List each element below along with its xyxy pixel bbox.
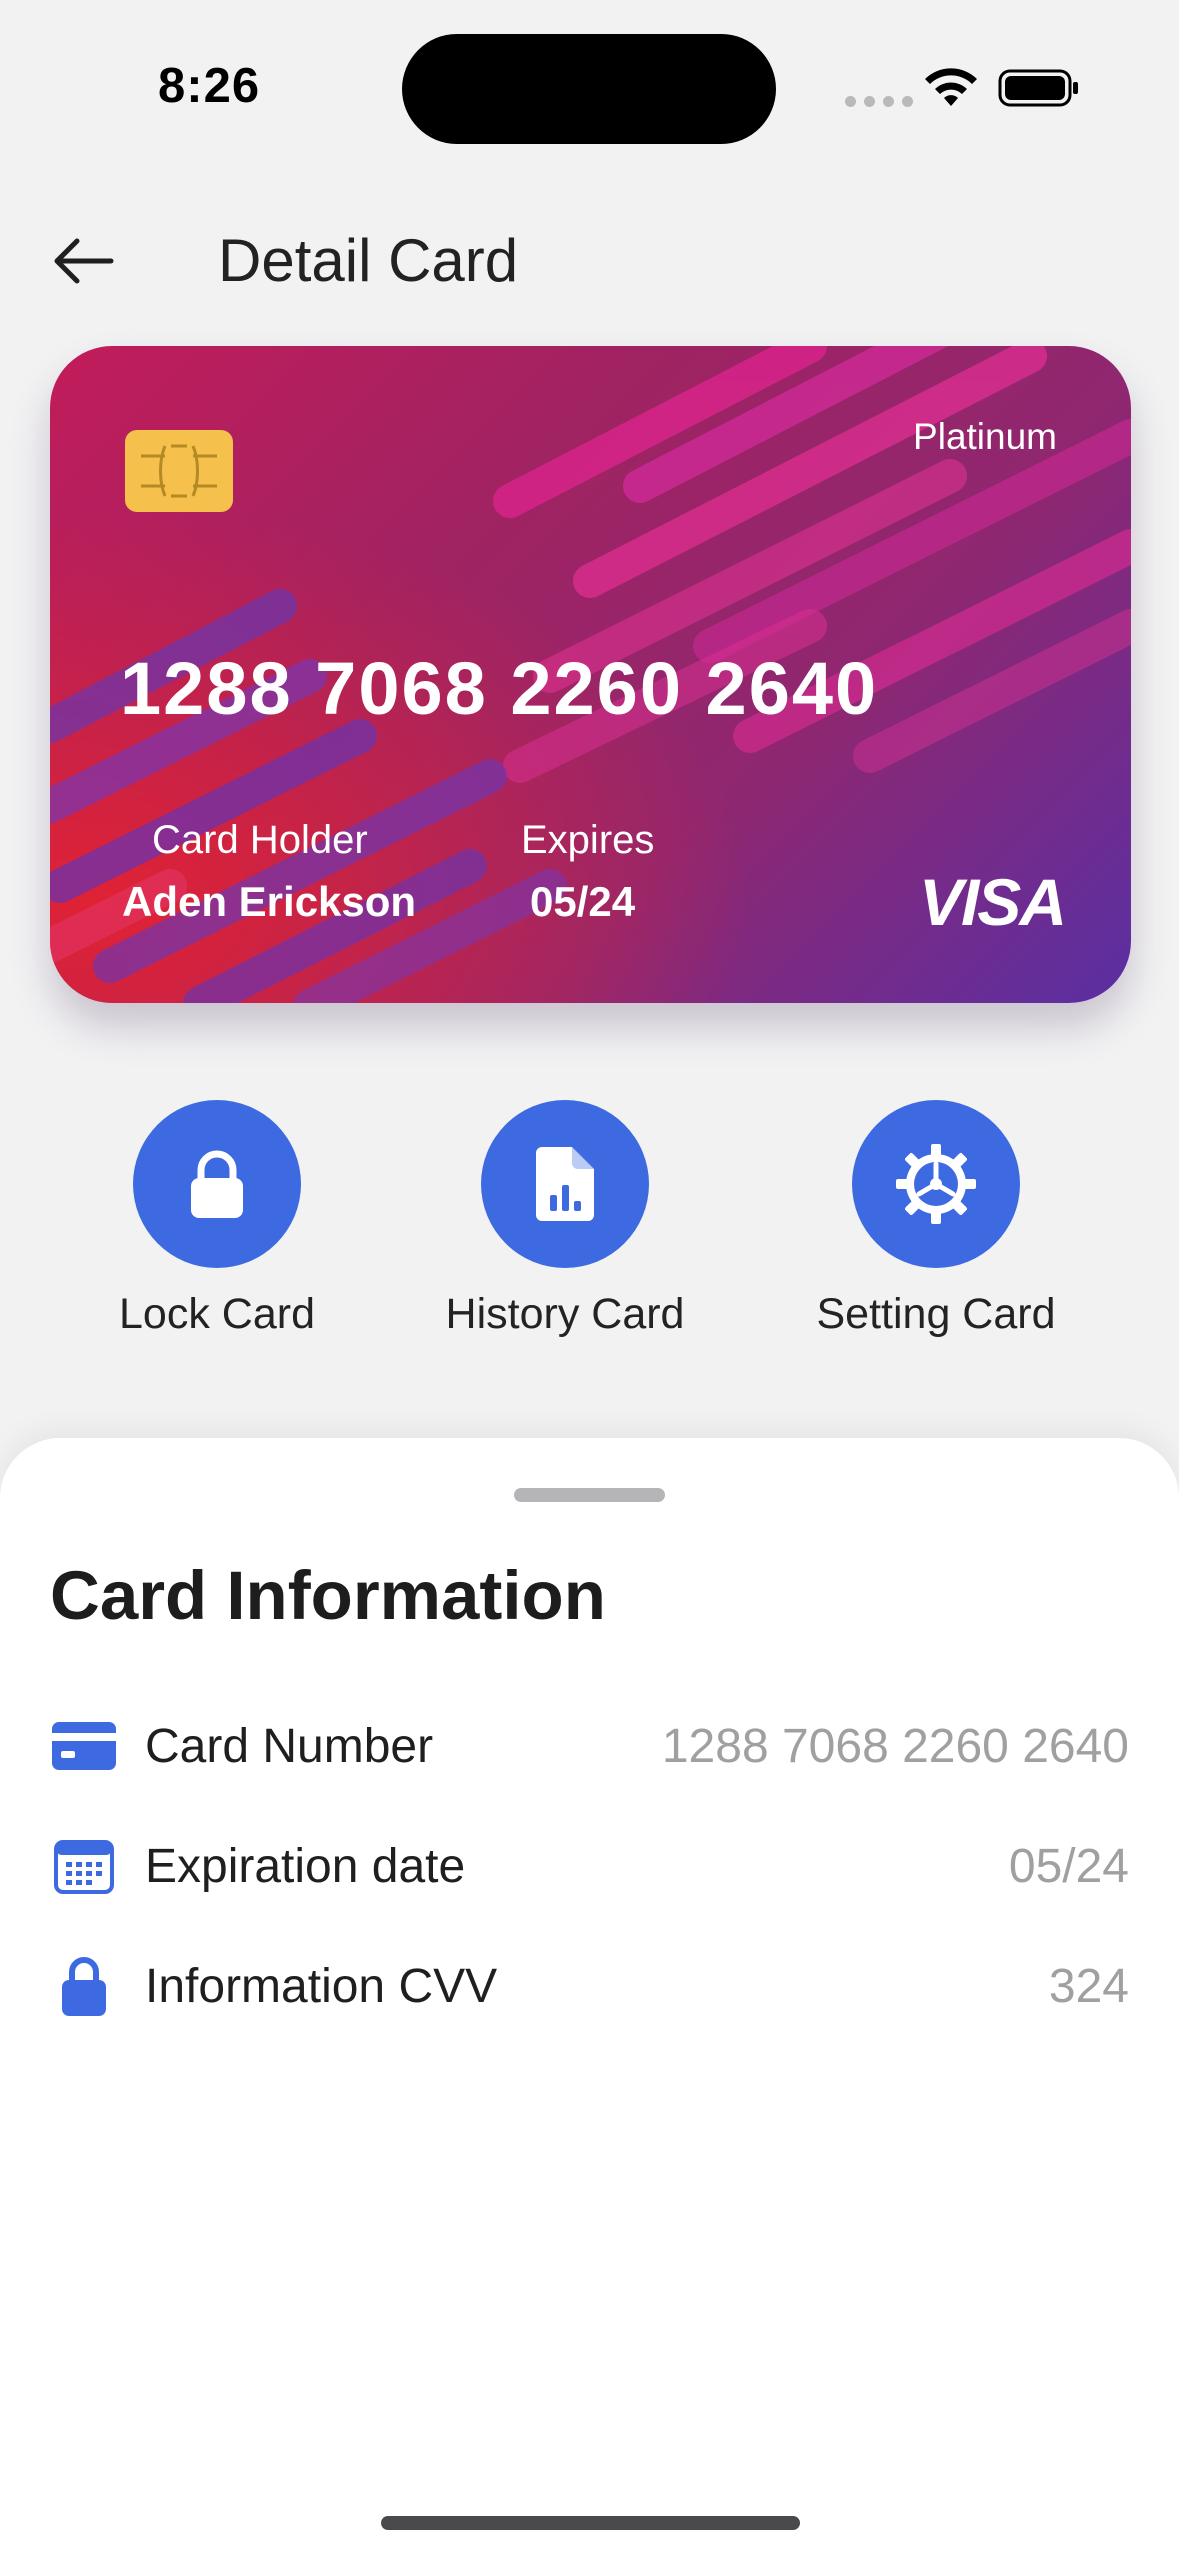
card-holder-label: Card Holder <box>152 818 368 862</box>
lock-card-circle[interactable] <box>133 1100 301 1268</box>
expiration-date-row[interactable]: Expiration date 05/24 <box>50 1826 1129 1906</box>
cellular-signal-icon <box>845 96 913 107</box>
card-number-row[interactable]: Card Number 1288 7068 2260 2640 <box>50 1706 1129 1786</box>
credit-card-icon <box>50 1716 118 1776</box>
card-number-label: Card Number <box>145 1719 434 1773</box>
gear-icon <box>896 1144 976 1224</box>
setting-card-circle[interactable] <box>852 1100 1020 1268</box>
sheet-drag-handle[interactable] <box>514 1488 665 1502</box>
status-bar: 8:26 <box>0 0 1179 150</box>
home-indicator <box>381 2516 800 2530</box>
cvv-value: 324 <box>1048 1959 1129 2013</box>
cvv-row[interactable]: Information CVV 324 <box>50 1946 1129 2026</box>
lock-card-label: Lock Card <box>119 1290 315 1338</box>
card-tier: Platinum <box>913 416 1057 457</box>
history-card-button[interactable]: History Card <box>415 1100 715 1339</box>
lock-icon <box>191 1150 243 1218</box>
card-holder-name: Aden Erickson <box>122 878 417 925</box>
card-chip-icon <box>125 430 233 512</box>
sheet-title: Card Information <box>50 1557 606 1634</box>
lock-icon <box>50 1956 118 2016</box>
credit-card[interactable]: Platinum 1288 7068 2260 2640 Card Holder… <box>50 346 1131 1003</box>
back-button[interactable] <box>48 226 118 296</box>
expiration-date-value: 05/24 <box>1008 1839 1129 1893</box>
status-time: 8:26 <box>158 59 261 113</box>
dynamic-island <box>402 34 776 144</box>
history-card-circle[interactable] <box>481 1100 649 1268</box>
setting-card-label: Setting Card <box>816 1290 1056 1338</box>
card-number-value: 1288 7068 2260 2640 <box>661 1719 1129 1773</box>
card-expires-value: 05/24 <box>530 878 636 925</box>
document-chart-icon <box>536 1147 594 1221</box>
card-expires-label: Expires <box>521 818 655 862</box>
card-number: 1288 7068 2260 2640 <box>120 647 879 730</box>
expiration-date-label: Expiration date <box>145 1839 466 1893</box>
visa-logo: VISA <box>918 865 1067 939</box>
arrow-left-icon <box>54 238 114 284</box>
lock-card-button[interactable]: Lock Card <box>82 1100 352 1339</box>
wifi-icon <box>925 68 977 106</box>
history-card-label: History Card <box>445 1290 685 1338</box>
calendar-icon <box>50 1836 118 1896</box>
battery-icon <box>998 69 1078 107</box>
cvv-label: Information CVV <box>145 1959 498 2013</box>
setting-card-button[interactable]: Setting Card <box>786 1100 1086 1339</box>
card-information-sheet: Card Information Card Number 1288 7068 2… <box>0 1438 1179 2556</box>
page-title: Detail Card <box>218 227 519 294</box>
